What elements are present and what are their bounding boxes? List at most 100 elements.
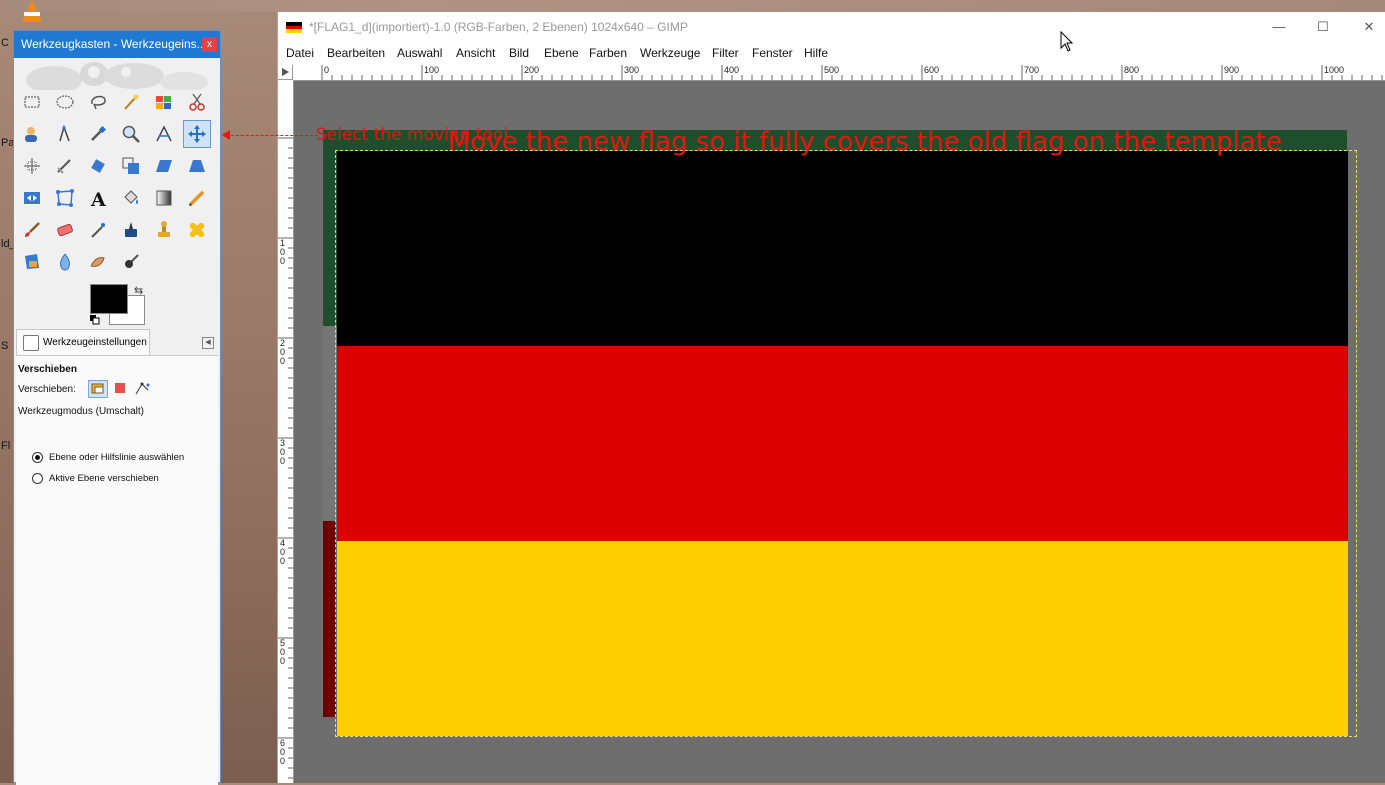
dodge-burn-icon[interactable] — [117, 248, 145, 276]
menu-bild[interactable]: Bild — [509, 46, 529, 60]
ruler-label: 500 — [824, 65, 840, 75]
flip-icon[interactable] — [18, 184, 46, 212]
eraser-icon[interactable] — [51, 216, 79, 244]
maximize-button[interactable]: ☐ — [1300, 12, 1346, 42]
move-tool-icon[interactable] — [183, 120, 211, 148]
image-canvas[interactable] — [294, 81, 1385, 783]
tool-options-icon — [23, 335, 39, 351]
menu-ebene[interactable]: Ebene — [544, 46, 579, 60]
desktop-icon-label: S — [1, 340, 9, 352]
menu-fenster[interactable]: Fenster — [752, 46, 793, 60]
desktop-icon-label: Fl — [1, 440, 11, 452]
template-white-stripe — [323, 326, 336, 521]
radio-pick-layer-button[interactable] — [32, 452, 43, 463]
tab-tool-options-label: Werkzeugeinstellungen — [43, 337, 147, 348]
move-target-label: Verschieben: — [18, 384, 76, 395]
rect-select-icon[interactable] — [18, 88, 46, 116]
cage-transform-icon[interactable] — [51, 184, 79, 212]
swap-colors-icon[interactable]: ⇆ — [134, 284, 143, 297]
ruler-label: 0 — [324, 65, 330, 75]
desktop-background — [0, 0, 1385, 12]
scissors-icon[interactable] — [183, 88, 211, 116]
color-picker-icon[interactable] — [84, 120, 112, 148]
measure-icon[interactable] — [150, 120, 178, 148]
horizontal-ruler[interactable]: 0 100 200 300 400 500 600 700 800 900 10… — [294, 65, 1385, 81]
tool-options-panel: Verschieben Verschieben: Werkzeugmodus (… — [16, 355, 218, 785]
ruler-label: 200 — [280, 338, 286, 366]
paintbrush-icon[interactable] — [18, 216, 46, 244]
ruler-label: 600 — [280, 738, 286, 766]
minimize-button[interactable]: — — [1256, 12, 1302, 42]
bucket-fill-icon[interactable] — [117, 184, 145, 212]
move-path-mode-button[interactable] — [134, 380, 154, 398]
ruler-label: 600 — [924, 65, 940, 75]
toolbox-window: Werkzeugkasten - Werkzeugeins... x A ⇆ W… — [13, 30, 221, 785]
image-window-titlebar[interactable]: *[FLAG1_d](importiert)-1.0 (RGB-Farben, … — [278, 12, 1385, 42]
ruler-label: 400 — [724, 65, 740, 75]
tool-mode-label: Werkzeugmodus (Umschalt) — [18, 406, 144, 417]
ruler-label: 400 — [280, 538, 286, 566]
rotate-icon[interactable] — [84, 152, 112, 180]
menu-bearbeiten[interactable]: Bearbeiten — [327, 46, 385, 60]
heal-icon[interactable] — [183, 216, 211, 244]
vlc-icon[interactable] — [22, 0, 42, 22]
move-selection-mode-button[interactable] — [111, 380, 131, 398]
fuzzy-select-icon[interactable] — [117, 88, 145, 116]
mouse-cursor-icon — [1060, 30, 1074, 58]
foreground-select-icon[interactable] — [18, 120, 46, 148]
vertical-ruler[interactable]: 100 200 300 400 500 600 — [278, 80, 294, 783]
radio-move-active-layer[interactable]: Aktive Ebene verschieben — [32, 473, 159, 484]
new-flag-layer[interactable] — [337, 151, 1348, 736]
lasso-icon[interactable] — [84, 88, 112, 116]
ruler-corner-button[interactable] — [278, 65, 293, 80]
text-icon[interactable]: A — [84, 184, 112, 212]
toolbox-close-button[interactable]: x — [202, 37, 217, 52]
panel-menu-icon[interactable]: ◀ — [202, 337, 214, 349]
airbrush-icon[interactable] — [84, 216, 112, 244]
ruler-label: 800 — [1124, 65, 1140, 75]
radio-pick-layer[interactable]: Ebene oder Hilfslinie auswählen — [32, 452, 184, 463]
tool-options-heading: Verschieben — [18, 364, 77, 375]
ruler-label: 300 — [624, 65, 640, 75]
move-layer-mode-button[interactable] — [88, 380, 108, 398]
close-button[interactable]: ✕ — [1346, 12, 1385, 42]
menu-datei[interactable]: Datei — [286, 46, 314, 60]
align-icon[interactable] — [18, 152, 46, 180]
flag-stripe-red — [337, 346, 1348, 541]
radio-move-active-layer-label: Aktive Ebene verschieben — [49, 473, 159, 484]
menu-auswahl[interactable]: Auswahl — [397, 46, 442, 60]
menu-werkzeuge[interactable]: Werkzeuge — [640, 46, 700, 60]
ink-icon[interactable] — [117, 216, 145, 244]
perspective-clone-icon[interactable] — [18, 248, 46, 276]
flag-stripe-black — [337, 151, 1348, 346]
radio-move-active-layer-button[interactable] — [32, 473, 43, 484]
desktop-icon-label: C — [1, 37, 9, 49]
toolbox-titlebar[interactable]: Werkzeugkasten - Werkzeugeins... x — [14, 31, 220, 58]
ruler-label: 500 — [280, 638, 286, 666]
crop-icon[interactable] — [51, 152, 79, 180]
flag-stripe-gold — [337, 541, 1348, 736]
menu-bar: Datei Bearbeiten Auswahl Ansicht Bild Eb… — [278, 42, 1385, 64]
clone-icon[interactable] — [150, 216, 178, 244]
zoom-icon[interactable] — [117, 120, 145, 148]
tab-tool-options[interactable]: Werkzeugeinstellungen — [16, 329, 150, 355]
toolbox-title: Werkzeugkasten - Werkzeugeins... — [21, 37, 207, 51]
menu-farben[interactable]: Farben — [589, 46, 627, 60]
menu-filter[interactable]: Filter — [712, 46, 739, 60]
menu-ansicht[interactable]: Ansicht — [456, 46, 495, 60]
ruler-label: 300 — [280, 438, 286, 466]
shear-icon[interactable] — [150, 152, 178, 180]
pencil-icon[interactable] — [183, 184, 211, 212]
ruler-label: 100 — [424, 65, 440, 75]
foreground-color-swatch-front[interactable] — [90, 284, 128, 314]
scale-icon[interactable] — [117, 152, 145, 180]
svg-text:A: A — [90, 189, 106, 208]
menu-hilfe[interactable]: Hilfe — [804, 46, 828, 60]
blur-icon[interactable] — [51, 248, 79, 276]
smudge-icon[interactable] — [84, 248, 112, 276]
paths-icon[interactable] — [51, 120, 79, 148]
ellipse-select-icon[interactable] — [51, 88, 79, 116]
gradient-icon[interactable] — [150, 184, 178, 212]
perspective-icon[interactable] — [183, 152, 211, 180]
select-by-color-icon[interactable] — [150, 88, 178, 116]
